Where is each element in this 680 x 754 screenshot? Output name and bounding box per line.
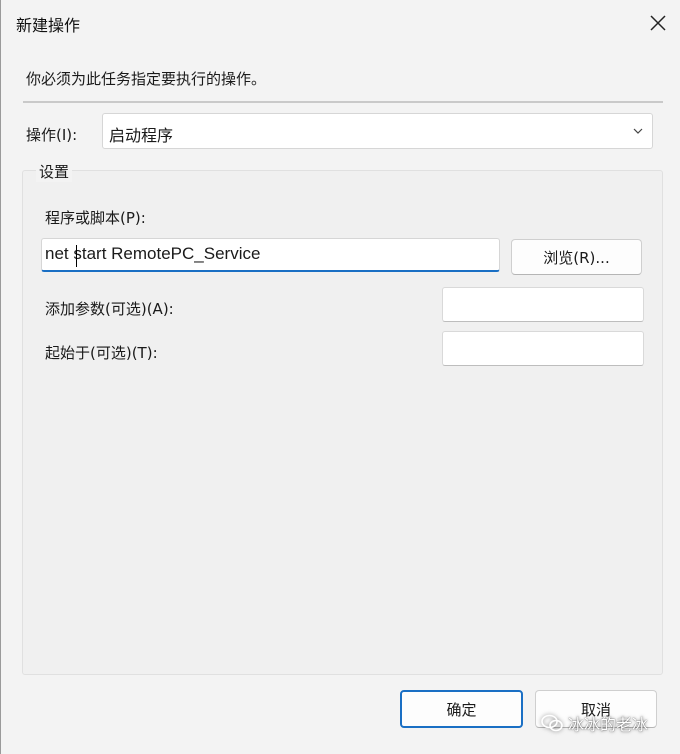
text-caret bbox=[76, 245, 77, 267]
cancel-button[interactable]: 取消 bbox=[535, 690, 657, 728]
action-label: 操作(I): bbox=[26, 126, 78, 144]
close-button[interactable] bbox=[635, 0, 680, 46]
browse-button[interactable]: 浏览(R)... bbox=[511, 239, 642, 275]
program-script-label: 程序或脚本(P): bbox=[45, 209, 146, 227]
ok-button[interactable]: 确定 bbox=[400, 690, 523, 728]
program-script-input[interactable]: net start RemotePC_Service bbox=[41, 238, 500, 272]
start-in-label: 起始于(可选)(T): bbox=[45, 344, 158, 362]
arguments-input[interactable] bbox=[442, 287, 644, 322]
program-script-value: net start RemotePC_Service bbox=[45, 244, 261, 263]
close-icon bbox=[650, 15, 666, 31]
title-bar: 新建操作 bbox=[1, 0, 680, 46]
start-in-input[interactable] bbox=[442, 331, 644, 366]
new-action-dialog: 新建操作 你必须为此任务指定要执行的操作。 操作(I): 启动程序 设置 程序或… bbox=[0, 0, 680, 754]
arguments-label: 添加参数(可选)(A): bbox=[45, 300, 174, 318]
action-dropdown[interactable]: 启动程序 bbox=[102, 113, 653, 149]
instruction-text: 你必须为此任务指定要执行的操作。 bbox=[26, 70, 267, 88]
chevron-down-icon bbox=[633, 128, 643, 134]
settings-group-label: 设置 bbox=[36, 161, 73, 182]
action-selected-value: 启动程序 bbox=[109, 126, 174, 145]
separator bbox=[23, 101, 663, 103]
dialog-title: 新建操作 bbox=[16, 16, 81, 35]
